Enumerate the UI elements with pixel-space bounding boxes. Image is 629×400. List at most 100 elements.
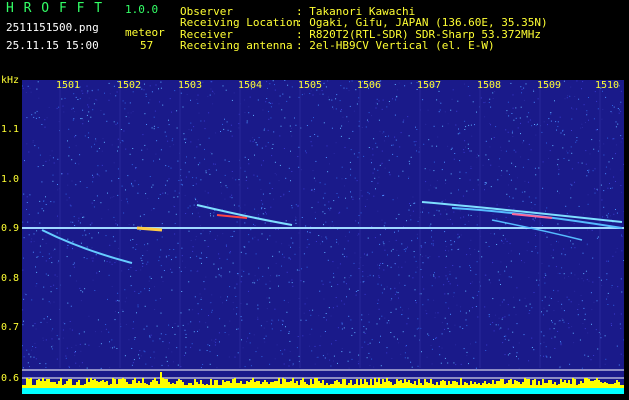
noise-speck — [271, 155, 273, 157]
noise-speck — [613, 138, 615, 140]
noise-speck — [556, 240, 557, 242]
noise-speck — [200, 298, 202, 300]
noise-speck — [45, 235, 47, 237]
noise-speck — [585, 270, 587, 272]
level-bar — [400, 380, 402, 388]
level-bar — [112, 378, 114, 388]
noise-speck — [459, 326, 461, 328]
noise-speck — [198, 112, 200, 114]
noise-speck — [143, 350, 145, 352]
noise-speck — [123, 212, 125, 214]
noise-speck — [43, 318, 45, 320]
noise-speck — [513, 149, 515, 151]
noise-speck — [124, 108, 126, 110]
noise-speck — [388, 320, 390, 322]
noise-speck — [570, 146, 572, 148]
noise-speck — [38, 97, 40, 99]
noise-speck — [401, 314, 403, 315]
noise-speck — [378, 277, 380, 278]
noise-speck — [52, 345, 54, 347]
noise-speck — [404, 261, 406, 263]
noise-speck — [583, 273, 585, 275]
noise-speck — [360, 212, 362, 214]
noise-speck — [590, 292, 592, 294]
noise-speck — [36, 283, 38, 285]
noise-speck — [237, 273, 239, 275]
noise-speck — [314, 211, 316, 213]
noise-speck — [377, 182, 379, 184]
noise-speck — [129, 153, 131, 155]
noise-speck — [128, 339, 130, 341]
noise-speck — [131, 184, 133, 186]
noise-speck — [428, 189, 430, 191]
noise-speck — [237, 274, 239, 276]
x-tick-label: 1508 — [477, 80, 502, 91]
noise-speck — [199, 225, 201, 227]
noise-speck — [500, 327, 502, 329]
noise-speck — [62, 322, 64, 324]
noise-speck — [149, 85, 151, 87]
level-bar — [476, 384, 478, 388]
noise-speck — [50, 256, 52, 258]
noise-speck — [513, 119, 515, 121]
noise-speck — [612, 138, 614, 140]
noise-speck — [235, 296, 237, 297]
noise-speck — [503, 243, 505, 244]
noise-speck — [388, 241, 390, 242]
noise-speck — [475, 273, 477, 275]
level-bar — [518, 382, 520, 388]
noise-speck — [74, 354, 76, 356]
noise-speck — [232, 177, 234, 179]
noise-speck — [615, 121, 617, 123]
noise-speck — [394, 287, 396, 289]
noise-speck — [531, 337, 533, 339]
noise-speck — [110, 197, 111, 199]
noise-speck — [285, 220, 287, 222]
noise-speck — [132, 185, 134, 187]
noise-speck — [78, 217, 80, 219]
noise-speck — [534, 124, 535, 125]
noise-speck — [168, 342, 170, 344]
noise-speck — [123, 130, 125, 132]
noise-speck — [463, 149, 465, 151]
noise-speck — [503, 299, 505, 301]
noise-speck — [213, 263, 215, 265]
noise-speck — [196, 98, 198, 100]
noise-speck — [512, 331, 514, 333]
noise-speck — [315, 160, 317, 162]
noise-speck — [553, 309, 555, 311]
noise-speck — [405, 248, 407, 250]
noise-speck — [422, 276, 423, 278]
noise-speck — [527, 121, 529, 123]
noise-speck — [170, 167, 172, 169]
noise-speck — [158, 260, 160, 262]
noise-speck — [177, 160, 179, 162]
noise-speck — [380, 163, 382, 165]
level-bar — [120, 379, 122, 388]
noise-speck — [543, 335, 545, 337]
noise-speck — [594, 188, 596, 190]
noise-speck — [507, 328, 509, 330]
noise-speck — [409, 163, 411, 165]
noise-speck — [354, 177, 356, 179]
noise-speck — [348, 90, 350, 92]
noise-speck — [252, 141, 254, 143]
level-bar — [458, 385, 460, 388]
level-bar — [306, 384, 308, 388]
noise-speck — [73, 93, 75, 95]
noise-speck — [114, 240, 116, 242]
noise-speck — [51, 150, 53, 152]
noise-speck — [534, 217, 536, 219]
noise-speck — [515, 117, 517, 119]
noise-speck — [473, 297, 475, 299]
noise-speck — [291, 205, 293, 207]
noise-speck — [185, 138, 187, 140]
level-bar — [378, 378, 380, 388]
noise-speck — [357, 360, 359, 362]
level-bar — [528, 379, 530, 388]
noise-speck — [534, 247, 536, 249]
noise-speck — [492, 322, 494, 323]
noise-speck — [496, 204, 498, 206]
noise-speck — [110, 258, 112, 260]
noise-speck — [274, 84, 275, 86]
